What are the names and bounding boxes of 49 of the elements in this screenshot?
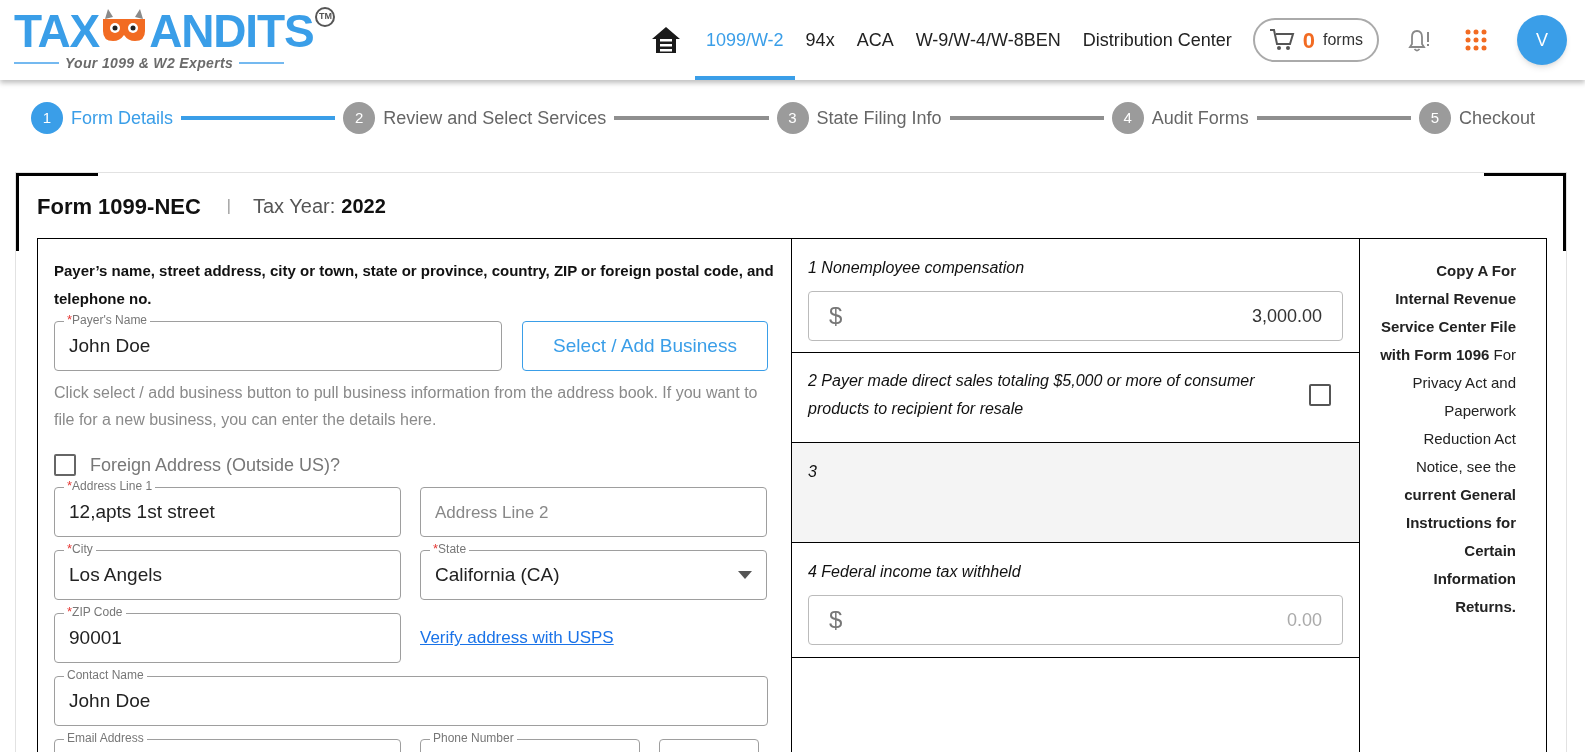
payer-heading: Payer’s name, street address, city or town, state or province, country, ZIP or foreign postal code, and telephone no.: [54, 261, 775, 309]
checkbox-square[interactable]: [54, 454, 76, 476]
amount-field[interactable]: $ 0.00: [808, 595, 1343, 645]
progress-step[interactable]: 4 Audit Forms: [1111, 102, 1249, 134]
nav-tab[interactable]: W-9/W-4/W-8BEN: [904, 0, 1072, 80]
logo-tagline: Your 1099 & W2 Experts: [64, 53, 234, 73]
step-label: State Filing Info: [816, 106, 942, 130]
step-label: Checkout: [1459, 106, 1536, 130]
nav-tab[interactable]: Distribution Center: [1071, 0, 1243, 80]
dropdown-caret-icon: [738, 571, 752, 579]
nav-tab[interactable]: ACA: [845, 0, 905, 80]
nav-tab[interactable]: 94x: [794, 0, 846, 80]
help-text: Click select / add business button to pull business information from the address book. If you want to file for a new business, you can enter the details here.: [54, 383, 759, 430]
step-number: 5: [1419, 102, 1451, 134]
apps-grid-icon: [1465, 29, 1487, 51]
step-number: 3: [776, 102, 809, 134]
step-number: 2: [343, 102, 376, 134]
cart-icon: [1268, 28, 1295, 52]
input-field[interactable]: Address Line 2: [420, 487, 767, 537]
logo-text: TAX: [14, 8, 100, 53]
logo-text: ANDITS: [149, 8, 314, 53]
progress-step[interactable]: 3 State Filing Info: [776, 102, 942, 134]
cart-button[interactable]: 0 forms: [1252, 18, 1379, 62]
trademark-mark: TM: [315, 6, 336, 27]
step-number: 4: [1111, 102, 1144, 134]
box-label: 2 Payer made direct sales totaling $5,000 or more of consumer products to recipient for resale: [808, 371, 1256, 419]
box-label: 3: [808, 462, 818, 482]
title-separator: |: [226, 196, 231, 216]
progress-step[interactable]: 2 Review and Select Services: [343, 102, 607, 134]
form-title: Form 1099-NEC: [37, 192, 201, 221]
step-label: Review and Select Services: [383, 106, 607, 130]
step-number: 1: [31, 102, 63, 134]
box-label: 1 Nonemployee compensation: [808, 258, 1026, 278]
foreign-address-checkbox[interactable]: Foreign Address (Outside US)?: [54, 451, 775, 479]
checkbox-square[interactable]: [1309, 384, 1331, 406]
tax-year: 2022: [341, 194, 386, 219]
progress-step[interactable]: 5 Checkout: [1419, 102, 1536, 134]
step-label: Audit Forms: [1151, 106, 1249, 130]
step-label: Form Details: [71, 106, 173, 130]
box-label: 4 Federal income tax withheld: [808, 562, 1022, 582]
copy-a-note: Copy A For Internal Revenue Service Center File with Form 1096 For Privacy Act and Paperwork Reduction Act Notice, see the current General Instructions for Certain Information Returns.: [1379, 261, 1516, 617]
verify-address-link[interactable]: Verify address with USPS: [420, 625, 614, 651]
cart-label: forms: [1323, 30, 1363, 50]
tax-year-label: Tax Year:: [253, 194, 336, 219]
amount-field[interactable]: $ 3,000.00: [808, 291, 1343, 341]
field-label: *Payer's Name: [64, 312, 151, 328]
field-label: *City: [64, 541, 96, 557]
cart-count: 0: [1302, 26, 1315, 55]
home-icon: [650, 25, 681, 55]
